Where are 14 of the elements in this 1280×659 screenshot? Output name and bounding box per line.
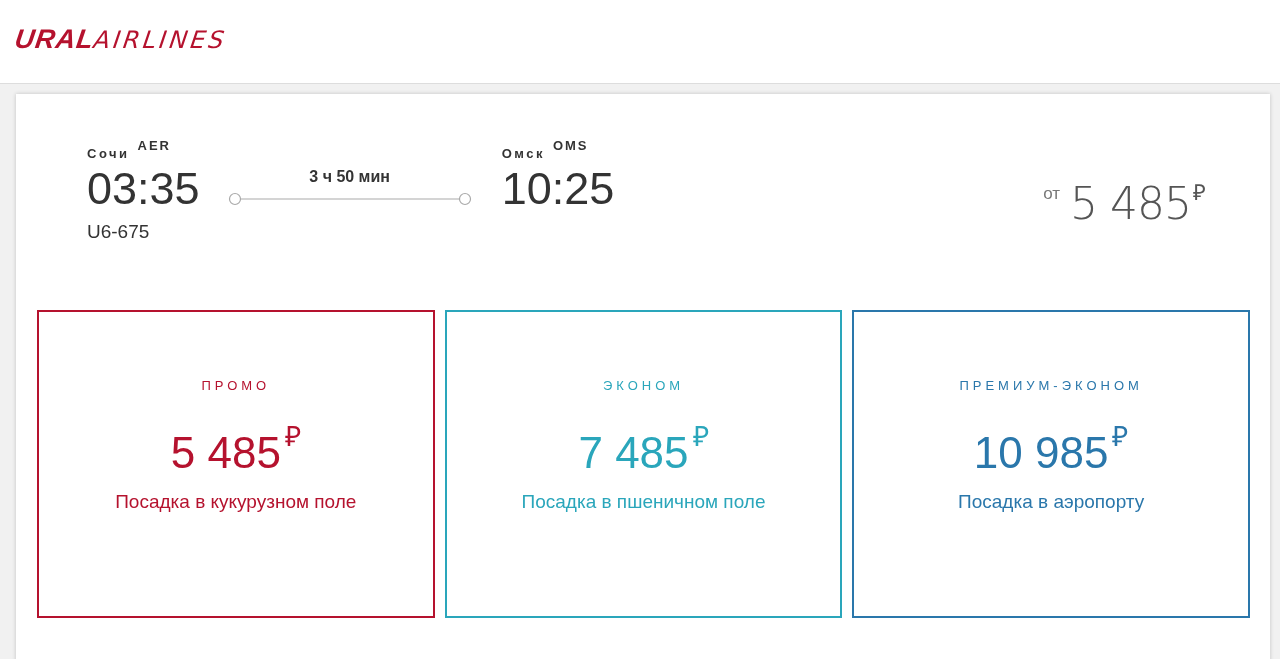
price-prefix: от <box>1043 184 1061 204</box>
city-name: Сочи <box>87 146 130 161</box>
min-price: 5 485 <box>1070 178 1191 229</box>
flight-duration: 3 ч 50 мин <box>309 168 390 186</box>
fare-option[interactable]: ПРОМО 5 485$^{₽}$ Посадка в кукурузном поле <box>37 310 435 618</box>
arrival-time: 10:25 <box>501 166 615 211</box>
departure-time: 03:35 <box>87 166 200 211</box>
city-name: Омск <box>501 146 545 161</box>
currency-sign: ₽ <box>1193 179 1206 206</box>
airport-code: AER <box>137 138 171 153</box>
fare-option[interactable]: ЭКОНОМ 7 485$^{₽}$ Посадка в пшеничном поле <box>444 310 843 618</box>
airport-code: OMS <box>552 138 589 153</box>
flight-number: U6-675 <box>87 221 150 243</box>
fare-option[interactable]: ПРЕМИУМ-ЭКОНОМ 10 985$^{₽}$ Посадка в аэропорту <box>852 310 1250 618</box>
